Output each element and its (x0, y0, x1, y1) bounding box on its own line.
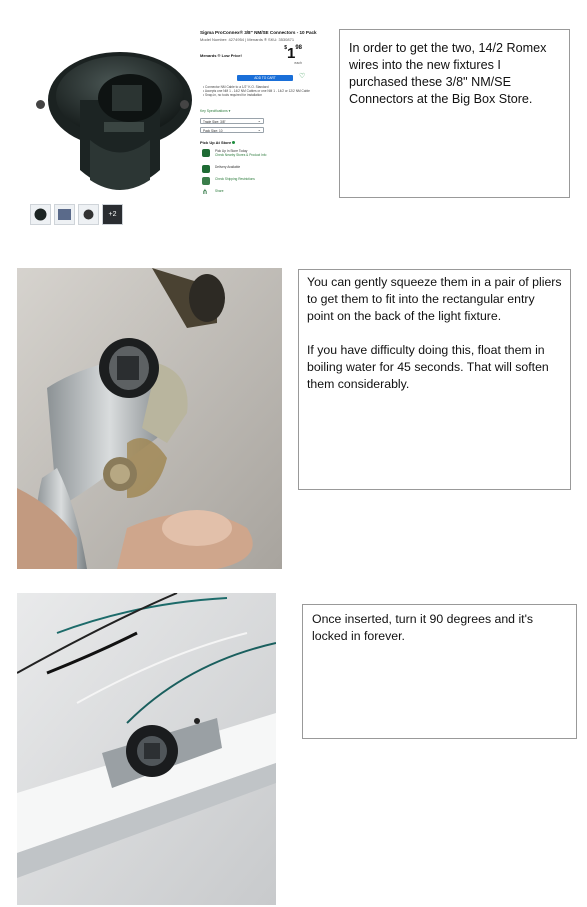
pickup-heading: Pick Up At Store (200, 140, 236, 145)
option-share[interactable]: ⋔ Share (200, 188, 310, 200)
pickup-status-icon (232, 141, 236, 144)
thumbnail-2[interactable] (54, 204, 75, 225)
option-title: Delivery Available (215, 165, 241, 169)
product-actions: ADD TO CART ♡ Connector NM Cable to a 1/… (200, 22, 322, 232)
pliers-photo (17, 268, 282, 569)
option-title[interactable]: Share (215, 189, 224, 193)
previous-image-arrow-icon[interactable] (36, 100, 45, 109)
note-text: Once inserted, turn it 90 degrees and it… (312, 612, 534, 643)
note-box-2: You can gently squeeze them in a pair of… (298, 269, 571, 490)
trade-size-select[interactable]: Trade Size: 3/8" (200, 118, 264, 124)
thumbnail-more[interactable]: +2 (102, 204, 123, 225)
share-icon: ⋔ (202, 189, 208, 196)
wishlist-heart-icon[interactable]: ♡ (299, 73, 305, 81)
store-icon (202, 149, 210, 157)
fixture-photo (17, 593, 276, 905)
add-to-cart-button[interactable]: ADD TO CART (237, 75, 293, 81)
option-subtitle[interactable]: Check Nearby Stores & Product Info (215, 153, 266, 157)
key-specifications-link[interactable]: Key Specifications ▾ (200, 109, 230, 113)
option-shipping[interactable]: Check Shipping Restrictions (200, 176, 310, 188)
product-screenshot: +2 Sigma ProConnex® 3/8" NM/SE Connector… (22, 22, 322, 232)
option-delivery[interactable]: Delivery Available (200, 164, 310, 176)
option-title[interactable]: Check Shipping Restrictions (215, 177, 255, 181)
thumbnail-strip: +2 (30, 204, 145, 225)
thumbnail-3[interactable] (78, 204, 99, 225)
connector-product-image (30, 30, 200, 216)
note-box-1: In order to get the two, 14/2 Romex wire… (339, 29, 570, 198)
note-text: You can gently squeeze them in a pair of… (307, 275, 562, 323)
bullet-item: Snap-in, no tools required for installat… (203, 93, 313, 97)
option-pickup-in-store[interactable]: Pick Up In Store Today Check Nearby Stor… (200, 148, 310, 160)
note-text: In order to get the two, 14/2 Romex wire… (349, 41, 547, 106)
truck-icon (202, 165, 210, 173)
next-image-arrow-icon[interactable] (180, 100, 189, 109)
thumbnail-more-count: +2 (108, 211, 117, 218)
thumbnail-1[interactable] (30, 204, 51, 225)
pack-size-select[interactable]: Pack Size: 10 (200, 127, 264, 133)
product-bullets: Connector NM Cable to a 1/2" K.O. Standa… (203, 85, 313, 98)
note-text: If you have difficulty doing this, float… (307, 343, 549, 391)
pickup-title: Pick Up At Store (200, 140, 232, 145)
note-box-3: Once inserted, turn it 90 degrees and it… (302, 604, 577, 739)
shipping-icon (202, 177, 210, 185)
